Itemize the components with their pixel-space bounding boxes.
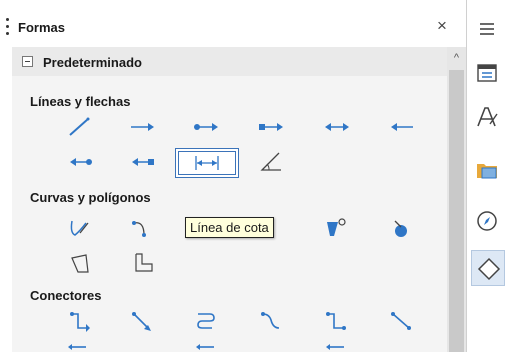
connector-shape-4[interactable] (257, 310, 287, 332)
drag-grip-icon[interactable] (6, 18, 9, 36)
connector-shape-9[interactable] (322, 342, 352, 364)
styles-icon (477, 107, 498, 127)
tab-styles[interactable] (471, 100, 505, 136)
tab-navigator[interactable] (471, 204, 505, 240)
category-connectors: Conectores (30, 288, 102, 303)
category-lines-arrows: Líneas y flechas (30, 94, 131, 109)
arrow-circle-shape[interactable] (66, 151, 96, 173)
close-deck-button[interactable]: × (437, 16, 447, 36)
line-shape[interactable] (66, 116, 96, 138)
dimension-line-shape[interactable] (175, 148, 239, 178)
tab-shapes[interactable] (471, 250, 505, 286)
category-curves-polygons: Curvas y polígonos (30, 190, 151, 205)
double-arrow-shape[interactable] (322, 116, 352, 138)
panel-title: Predeterminado (43, 55, 142, 70)
panel-header-predeterminado[interactable]: Predeterminado (12, 47, 447, 76)
menu-icon (480, 23, 494, 35)
scroll-thumb[interactable] (449, 70, 464, 352)
curve-shape[interactable] (128, 217, 158, 239)
polygon-45-shape[interactable] (128, 252, 158, 274)
connector-shape-2[interactable] (128, 310, 158, 332)
curve-filled-shape[interactable] (387, 217, 417, 239)
properties-icon (477, 64, 497, 82)
deck-title: Formas (18, 20, 65, 35)
line-starts-with-arrow-shape[interactable] (387, 116, 417, 138)
sidebar-tabbar (466, 0, 507, 352)
connector-shape-5[interactable] (322, 310, 352, 332)
tab-gallery[interactable] (471, 152, 505, 188)
connector-shape-3[interactable] (192, 310, 222, 332)
shapes-icon (477, 257, 501, 281)
connector-shape-1[interactable] (66, 310, 96, 332)
line-ends-with-arrow-shape[interactable] (128, 116, 158, 138)
scroll-up-button[interactable]: ^ (447, 52, 466, 64)
arrow-square-shape[interactable] (128, 151, 158, 173)
line-square-arrow-shape[interactable] (257, 116, 287, 138)
connector-shape-8[interactable] (192, 342, 222, 364)
line-circle-arrow-shape[interactable] (192, 116, 222, 138)
navigator-icon (477, 211, 497, 231)
connector-shape-6[interactable] (387, 310, 417, 332)
polygon-filled-shape[interactable] (322, 217, 352, 239)
collapse-icon[interactable] (22, 56, 33, 67)
freeform-line-shape[interactable] (66, 217, 96, 239)
connector-shape-7[interactable] (66, 342, 96, 364)
polygon-shape[interactable] (66, 252, 96, 274)
tab-properties[interactable] (471, 56, 505, 92)
gallery-icon (477, 164, 497, 179)
sidebar-menu-button[interactable] (471, 12, 505, 48)
angle-line-shape[interactable] (257, 151, 287, 173)
tooltip: Línea de cota (185, 217, 274, 238)
shapes-deck: Formas × ^ Predeterminado Líneas y flech… (0, 0, 466, 352)
